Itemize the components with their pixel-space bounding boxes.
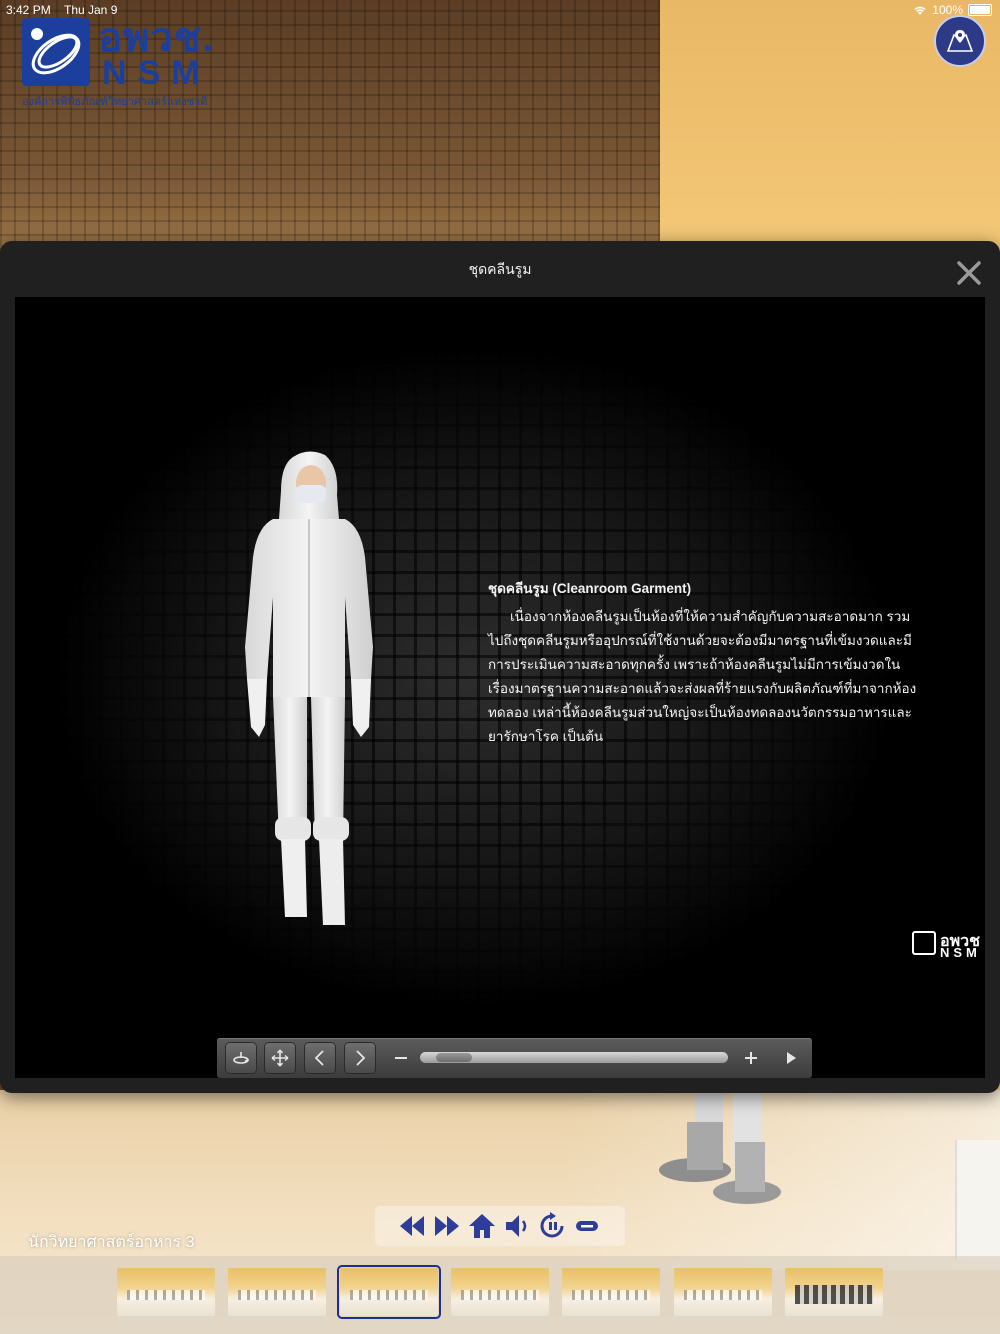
modal-title: ชุดคลีนรูม	[468, 261, 532, 277]
zoom-in-button[interactable]	[736, 1043, 766, 1073]
panorama-cabinet	[955, 1140, 1000, 1260]
rotate-button[interactable]	[226, 1043, 256, 1073]
scene-name: นักวิทยาศาสตร์อาหาร 3	[28, 1234, 195, 1251]
chevron-right-icon	[356, 1050, 366, 1066]
scene-thumbnail-3[interactable]	[337, 1265, 441, 1319]
scene-thumbnail-4[interactable]	[451, 1268, 549, 1316]
rewind-icon[interactable]	[397, 1211, 427, 1241]
info-text-block: ชุดคลีนรูม (Cleanroom Garment) เนื่องจาก…	[488, 577, 918, 749]
minus-icon	[395, 1057, 407, 1059]
speaker-icon[interactable]	[502, 1211, 532, 1241]
move-button[interactable]	[265, 1043, 295, 1073]
play-button[interactable]	[776, 1043, 806, 1073]
nsm-emblem-icon	[22, 18, 90, 86]
info-body: เนื่องจากห้องคลีนรูมเป็นห้องที่ให้ความสำ…	[488, 609, 917, 744]
hide-controls-icon[interactable]	[572, 1211, 602, 1241]
map-pin-icon	[946, 30, 974, 52]
zoom-out-button[interactable]	[386, 1043, 416, 1073]
battery-icon	[968, 4, 992, 16]
map-button[interactable]	[934, 15, 986, 67]
zoom-slider[interactable]	[420, 1052, 728, 1063]
home-icon[interactable]	[467, 1211, 497, 1241]
tour-controls	[375, 1206, 625, 1246]
object-viewer[interactable]: ชุดคลีนรูม (Cleanroom Garment) เนื่องจาก…	[15, 297, 985, 1078]
scene-thumbnail-2[interactable]	[228, 1268, 326, 1316]
logo-english-name: NSM	[102, 54, 211, 92]
play-icon	[787, 1052, 796, 1064]
autorotate-icon[interactable]	[537, 1211, 567, 1241]
nsm-watermark-emblem-icon	[912, 931, 936, 955]
logo-subtitle: องค์การพิพิธภัณฑ์วิทยาศาสตร์แห่งชาติ	[22, 96, 208, 108]
scene-thumbnail-1[interactable]	[117, 1268, 215, 1316]
scene-thumbnail-6[interactable]	[674, 1268, 772, 1316]
wifi-icon	[914, 6, 926, 15]
close-icon[interactable]	[955, 259, 983, 287]
watermark-english-name: NSM	[940, 945, 981, 960]
rotate-icon	[233, 1052, 250, 1064]
viewer-toolbar	[217, 1038, 812, 1078]
plus-icon	[745, 1052, 757, 1064]
zoom-slider-thumb[interactable]	[435, 1053, 472, 1062]
scene-thumbnail-7[interactable]	[785, 1268, 883, 1316]
info-heading: ชุดคลีนรูม (Cleanroom Garment)	[488, 581, 692, 596]
nsm-watermark: อพวช NSM	[912, 931, 985, 971]
scene-thumbnail-5[interactable]	[562, 1268, 660, 1316]
move-icon	[271, 1049, 289, 1067]
fast-forward-icon[interactable]	[432, 1211, 462, 1241]
previous-button[interactable]	[305, 1043, 335, 1073]
cleanroom-garment-image	[245, 451, 373, 925]
status-date: Thu Jan 9	[64, 3, 118, 17]
logo-thai-name: อพวช.	[98, 16, 215, 60]
mannequin-legs	[659, 1092, 781, 1204]
info-modal: ชุดคลีนรูม ชุดคลีนรูม (Cleanroom Garment…	[0, 241, 1000, 1093]
chevron-left-icon	[314, 1050, 324, 1066]
next-button[interactable]	[345, 1043, 375, 1073]
thumbnail-strip	[0, 1256, 1000, 1334]
nsm-logo[interactable]: อพวช. NSM องค์การพิพิธภัณฑ์วิทยาศาสตร์แห…	[22, 18, 232, 108]
status-time: 3:42 PM	[6, 3, 51, 17]
